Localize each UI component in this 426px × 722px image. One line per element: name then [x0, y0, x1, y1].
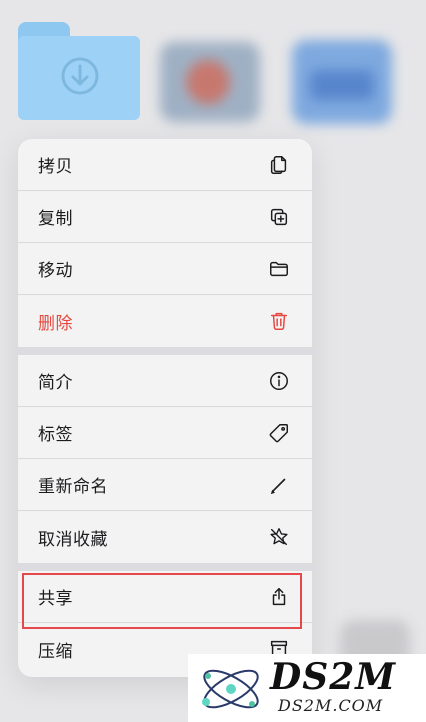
duplicate-icon — [266, 204, 292, 230]
info-icon — [266, 368, 292, 394]
tag-icon — [266, 420, 292, 446]
menu-item-duplicate[interactable]: 复制 — [18, 191, 312, 243]
background-thumbnail — [292, 40, 392, 124]
menu-group-separator — [18, 563, 312, 571]
menu-item-label: 删除 — [38, 313, 73, 334]
menu-group-separator — [18, 347, 312, 355]
watermark: DS2M DS2M.COM — [188, 654, 426, 722]
context-menu: 拷贝 复制 移动 删除 简介 标签 重新命名 取消收藏 共享 压缩 — [18, 139, 312, 677]
folder-icon — [266, 256, 292, 282]
menu-item-rename[interactable]: 重新命名 — [18, 459, 312, 511]
menu-item-label: 简介 — [38, 373, 73, 393]
menu-item-label: 拷贝 — [38, 157, 73, 177]
star-slash-icon — [266, 524, 292, 550]
watermark-brand: DS2M — [270, 656, 397, 698]
pencil-icon — [266, 472, 292, 498]
menu-item-label: 标签 — [38, 425, 73, 445]
menu-item-label: 重新命名 — [38, 477, 108, 497]
copy-icon — [266, 152, 292, 178]
download-folder[interactable] — [18, 22, 140, 120]
menu-item-share[interactable]: 共享 — [18, 571, 312, 623]
menu-item-info[interactable]: 简介 — [18, 355, 312, 407]
menu-item-tags[interactable]: 标签 — [18, 407, 312, 459]
menu-item-label: 复制 — [38, 209, 73, 229]
menu-item-label: 移动 — [38, 261, 73, 281]
menu-item-label: 共享 — [38, 589, 73, 609]
watermark-site: DS2M.COM — [278, 696, 384, 715]
background-thumbnail — [160, 42, 260, 122]
trash-icon — [266, 308, 292, 334]
menu-item-label: 取消收藏 — [38, 529, 108, 550]
share-icon — [266, 584, 292, 610]
menu-item-unfavorite[interactable]: 取消收藏 — [18, 511, 312, 563]
atom-logo-icon — [202, 669, 259, 709]
menu-item-delete[interactable]: 删除 — [18, 295, 312, 347]
download-folder-icon — [61, 57, 99, 95]
menu-item-move[interactable]: 移动 — [18, 243, 312, 295]
menu-item-copy[interactable]: 拷贝 — [18, 139, 312, 191]
